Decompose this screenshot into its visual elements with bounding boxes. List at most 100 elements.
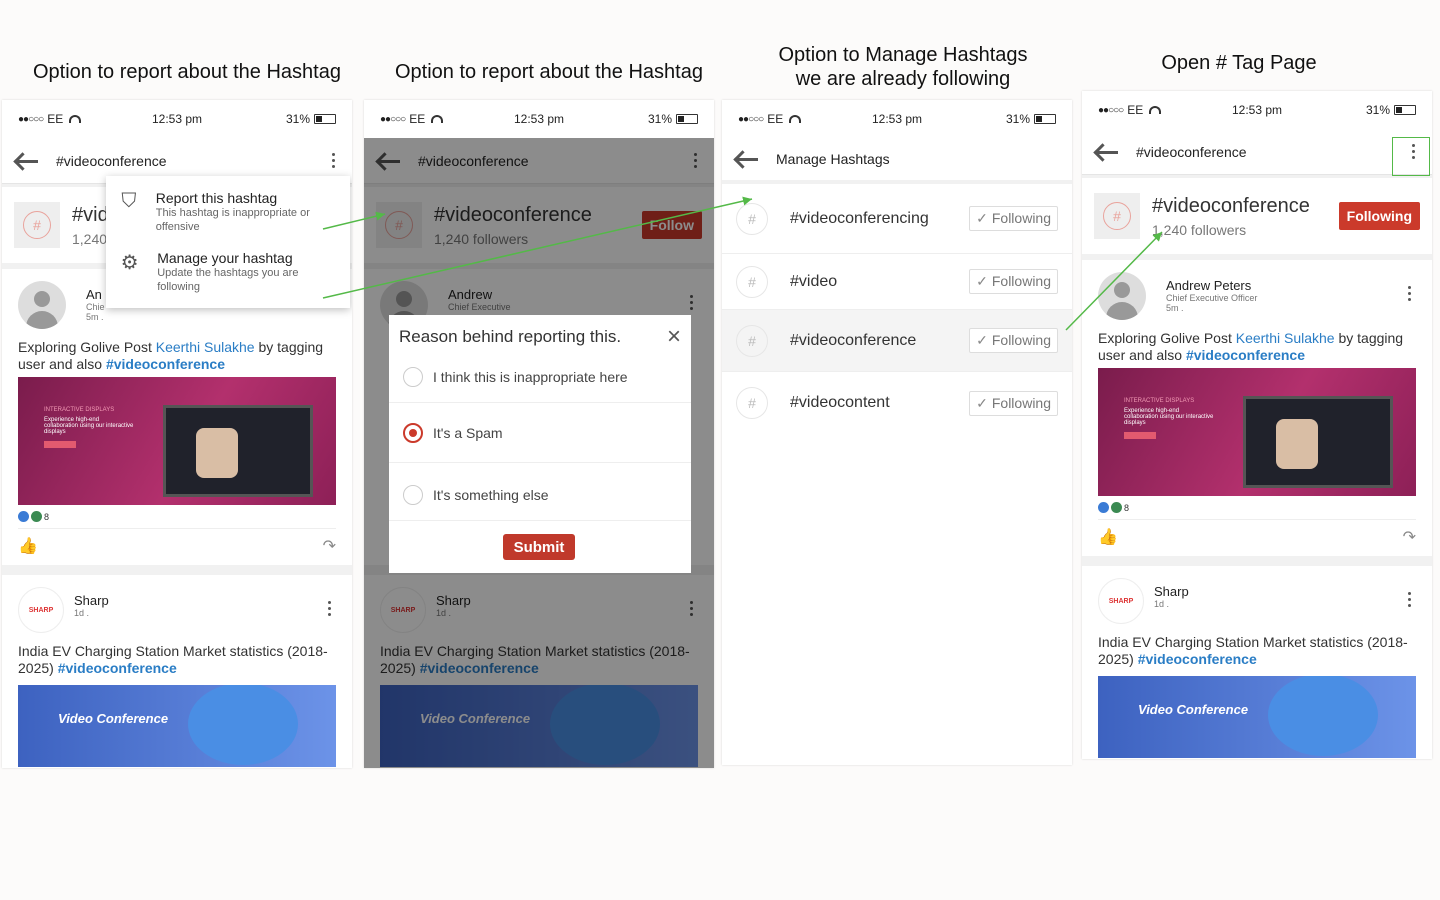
mention-link[interactable]: Keerthi Sulakhe [1236,330,1335,346]
avatar[interactable] [1098,272,1146,320]
hashtag-name[interactable]: #videocontent [790,394,890,412]
following-button[interactable]: ✓ Following [969,390,1058,416]
hashtag-link[interactable]: #videoconference [1186,347,1305,363]
caption-3: Option to Manage Hashtags we are already… [722,43,1084,91]
app-bar-title: #videoconference [56,152,167,169]
submit-button[interactable]: Submit [503,534,575,560]
avatar[interactable] [18,281,66,329]
hashtag-row[interactable]: # #videocontent ✓ Following [722,372,1072,434]
menu-item-manage[interactable]: ⚙ Manage your hashtag Update the hashtags… [106,244,350,300]
phone-2-report-dialog: ●●○○○ EE 12:53 pm 31% #videoconference # … [364,100,714,768]
banner-text: INTERACTIVE DISPLAYS Experience high-end … [1124,398,1214,426]
post-image[interactable]: INTERACTIVE DISPLAYS Experience high-end … [1098,368,1416,496]
post-author[interactable]: Sharp [74,593,109,608]
post-time: 1d . [74,608,90,618]
post-author[interactable]: Andrew Peters [1166,278,1257,293]
battery-percent: 31% [1365,103,1390,117]
hashtag-row[interactable]: # #videoconference ✓ Following [722,310,1072,372]
caption-1: Option to report about the Hashtag [33,61,341,83]
shield-icon: ⛉ [121,190,137,212]
signal-icon: ●●○○○ [1098,104,1124,116]
following-button[interactable]: ✓ Following [969,206,1058,231]
banner-button [44,441,76,448]
following-button[interactable]: ✓ Following [969,269,1058,294]
caption-2: Option to report about the Hashtag [395,61,703,83]
clock: 12:53 pm [151,112,203,126]
report-option-label: It's something else [433,486,549,503]
hashtag-link[interactable]: #videoconference [106,356,225,372]
back-arrow-icon[interactable] [734,152,760,166]
back-arrow-icon[interactable] [14,154,40,168]
like-icon[interactable]: 👍 [1098,527,1118,547]
wifi-icon [431,115,444,123]
more-options-icon[interactable] [326,153,340,168]
mention-link[interactable]: Keerthi Sulakhe [156,339,255,355]
battery-icon [314,114,336,124]
report-option-label: It's a Spam [433,424,503,441]
hash-icon: # [23,211,51,239]
reactions[interactable]: 8 [18,505,336,528]
back-arrow-icon[interactable] [1094,145,1120,159]
post-card-sharp: SHARP Sharp 1d . India EV Charging Stati… [2,575,352,768]
post-time: 5m . [86,312,104,322]
report-option-inappropriate[interactable]: I think this is inappropriate here [389,351,691,403]
hash-icon: # [736,265,768,298]
following-button[interactable]: ✓ Following [969,328,1058,353]
post-image[interactable]: Video Conference [1098,676,1416,758]
post-more-icon[interactable] [322,601,336,616]
radio-unchecked[interactable] [403,366,423,387]
hashtag-row[interactable]: # #video ✓ Following [722,254,1072,310]
post-more-icon[interactable] [1402,592,1416,607]
menu-manage-sub: Update the hashtags you are following [157,267,299,293]
post-more-icon[interactable] [1402,286,1416,301]
like-reaction-icon [18,511,29,522]
hashtag-link[interactable]: #videoconference [1138,651,1257,667]
clock: 12:53 pm [1231,103,1283,117]
tag-header: # #videoconference 1,240 followers Follo… [1082,178,1432,254]
battery-percent: 31% [285,112,310,126]
menu-report-title: Report this hashtag [155,190,278,206]
banner-screen [1243,396,1393,488]
like-icon[interactable]: 👍 [18,536,38,556]
post-author-role: Chief Executive Officer [1166,293,1258,303]
post-author[interactable]: Sharp [1154,584,1189,599]
post-text: India EV Charging Station Market statist… [18,643,328,676]
hashtag-name[interactable]: #video [790,273,837,291]
celebrate-reaction-icon [31,511,42,522]
dialog-title: Reason behind reporting this. [399,327,622,346]
post-author-role: Chie [86,302,105,312]
post-author[interactable]: An [86,287,105,302]
hashtag-link[interactable]: #videoconference [58,660,177,676]
wifi-icon [1149,106,1162,114]
share-icon[interactable]: ↷ [1403,527,1416,547]
post-time: 5m . [1166,303,1184,313]
overflow-menu: ⛉ Report this hashtag This hashtag is ina… [106,176,350,308]
share-icon[interactable]: ↷ [323,536,336,556]
hashtag-name[interactable]: #videoconferencing [790,210,929,228]
radio-checked[interactable] [403,422,423,443]
signal-icon: ●●○○○ [380,113,406,125]
sharp-logo[interactable]: SHARP [18,587,64,633]
post-image[interactable]: INTERACTIVE DISPLAYS Experience high-end … [18,377,336,505]
phone-4-tag-page: ●●○○○ EE 12:53 pm 31% #videoconference # … [1082,91,1432,759]
menu-item-report[interactable]: ⛉ Report this hashtag This hashtag is ina… [106,184,350,240]
following-button[interactable]: Following [1338,202,1420,230]
battery-icon [1034,114,1056,124]
app-bar: Manage Hashtags [722,138,1072,184]
hashtag-row[interactable]: # #videoconferencing ✓ Following [722,184,1072,254]
menu-report-sub: This hashtag is inappropriate or offensi… [155,207,310,233]
caption-3-line-2: we are already following [795,68,1011,90]
clock: 12:53 pm [513,112,565,126]
post-image[interactable]: Video Conference [18,685,336,767]
radio-unchecked[interactable] [403,484,423,505]
report-option-else[interactable]: It's something else [389,463,691,521]
banner-button [1124,432,1156,439]
report-option-spam[interactable]: It's a Spam [389,403,691,463]
battery-icon [676,114,698,124]
sharp-logo[interactable]: SHARP [1098,578,1144,624]
reactions[interactable]: 8 [1098,496,1416,519]
hashtag-name[interactable]: #videoconference [790,332,916,350]
post-card: An Chie 5m . Exploring Golive Post Keert… [2,269,352,565]
close-icon[interactable]: × [667,325,681,349]
carrier: EE [409,112,426,126]
